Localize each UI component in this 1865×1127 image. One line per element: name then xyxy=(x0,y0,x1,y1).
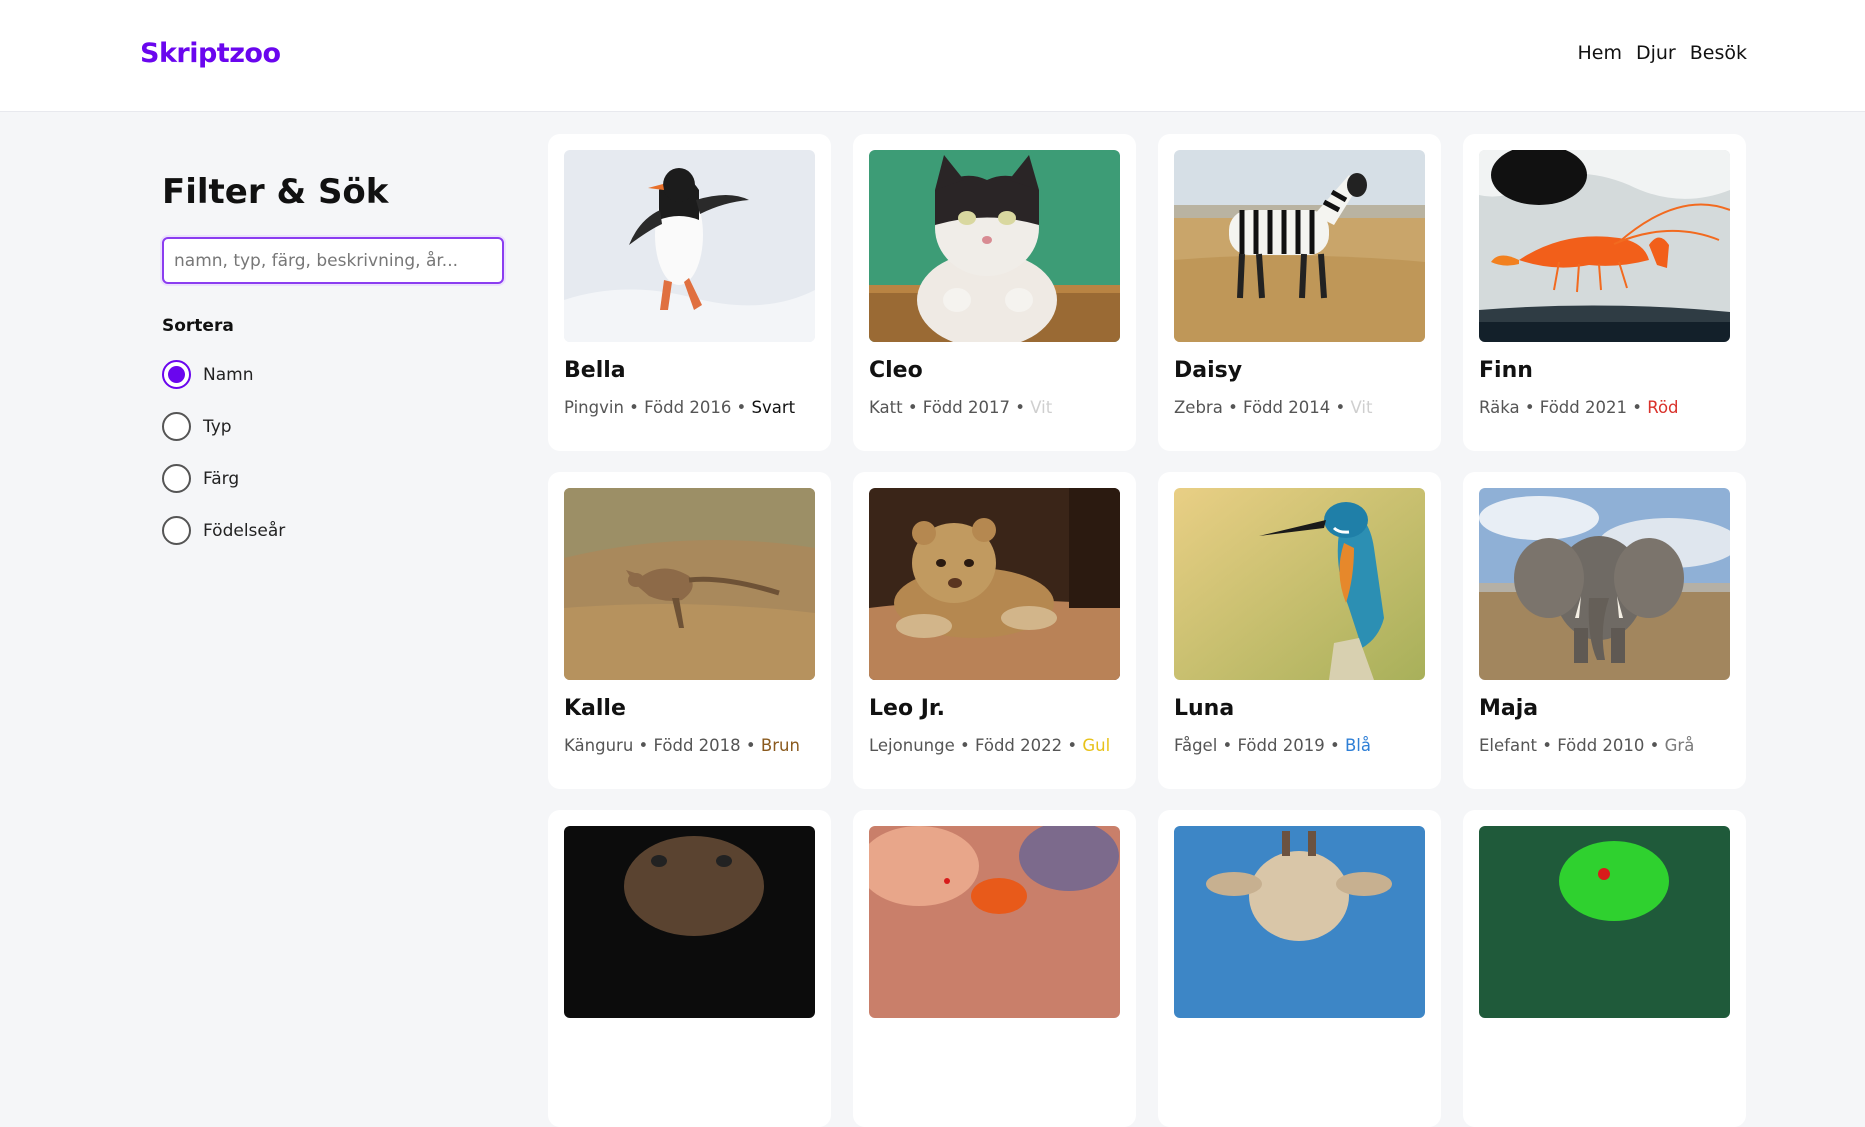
animal-meta: Känguru • Född 2018 • Brun xyxy=(564,736,800,755)
sort-option-label: Typ xyxy=(203,416,232,437)
animal-meta: Pingvin • Född 2016 • Svart xyxy=(564,398,795,417)
animal-meta: Lejonunge • Född 2022 • Gul xyxy=(869,736,1110,755)
search-input[interactable] xyxy=(162,237,504,284)
animal-color: Vit xyxy=(1350,398,1373,417)
animal-info: Elefant • Född 2010 • xyxy=(1479,736,1660,755)
animal-card[interactable]: Daisy Zebra • Född 2014 • Vit xyxy=(1158,134,1441,451)
cat-photo xyxy=(869,150,1120,342)
animal-info: Katt • Född 2017 • xyxy=(869,398,1025,417)
animal-card[interactable]: Bella Pingvin • Född 2016 • Svart xyxy=(548,134,831,451)
sort-option-namn[interactable]: Namn xyxy=(162,360,253,389)
nav-link-djur[interactable]: Djur xyxy=(1636,42,1676,64)
animal-name: Bella xyxy=(564,358,626,383)
animal-meta: Fågel • Född 2019 • Blå xyxy=(1174,736,1371,755)
animal-meta: Katt • Född 2017 • Vit xyxy=(869,398,1052,417)
radio-button[interactable] xyxy=(162,360,191,389)
animal-card[interactable]: Maja Elefant • Född 2010 • Grå xyxy=(1463,472,1746,789)
animal-card[interactable] xyxy=(548,810,831,1127)
elephant-photo xyxy=(1479,488,1730,680)
animal-card[interactable]: Leo Jr. Lejonunge • Född 2022 • Gul xyxy=(853,472,1136,789)
animal-card[interactable]: Luna Fågel • Född 2019 • Blå xyxy=(1158,472,1441,789)
animal-info: Zebra • Född 2014 • xyxy=(1174,398,1346,417)
sort-heading: Sortera xyxy=(162,316,234,336)
animal-info: Känguru • Född 2018 • xyxy=(564,736,756,755)
sort-option-label: Namn xyxy=(203,364,254,385)
shrimp-photo xyxy=(1479,150,1730,342)
animal-info: Lejonunge • Född 2022 • xyxy=(869,736,1078,755)
parrot-photo xyxy=(1479,826,1730,1018)
animal-card[interactable] xyxy=(1463,810,1746,1127)
main-nav: Hem Djur Besök xyxy=(1577,42,1747,64)
radio-button[interactable] xyxy=(162,464,191,493)
animal-info: Räka • Född 2021 • xyxy=(1479,398,1642,417)
top-bar: Skriptzoo Hem Djur Besök xyxy=(0,0,1865,112)
animal-color: Brun xyxy=(760,736,800,755)
nav-link-besok[interactable]: Besök xyxy=(1690,42,1747,64)
animal-name: Luna xyxy=(1174,696,1235,721)
animal-name: Kalle xyxy=(564,696,626,721)
animal-color: Grå xyxy=(1664,736,1695,755)
animal-card[interactable]: Finn Räka • Född 2021 • Röd xyxy=(1463,134,1746,451)
animal-color: Blå xyxy=(1344,736,1371,755)
animal-info: Fågel • Född 2019 • xyxy=(1174,736,1340,755)
animal-name: Finn xyxy=(1479,358,1533,383)
sort-option-label: Födelseår xyxy=(203,520,286,541)
animal-card[interactable]: Kalle Känguru • Född 2018 • Brun xyxy=(548,472,831,789)
sort-option-fodelsear[interactable]: Födelseår xyxy=(162,516,285,545)
animal-color: Röd xyxy=(1647,398,1679,417)
animal-name: Leo Jr. xyxy=(869,696,945,721)
animal-name: Daisy xyxy=(1174,358,1243,383)
animal-meta: Zebra • Född 2014 • Vit xyxy=(1174,398,1372,417)
penguin-photo xyxy=(564,150,815,342)
animal-name: Cleo xyxy=(869,358,923,383)
site-logo[interactable]: Skriptzoo xyxy=(140,38,281,69)
animal-name: Maja xyxy=(1479,696,1539,721)
animal-color: Gul xyxy=(1082,736,1111,755)
sort-option-farg[interactable]: Färg xyxy=(162,464,239,493)
fish-photo xyxy=(869,826,1120,1018)
animal-info: Pingvin • Född 2016 • xyxy=(564,398,747,417)
radio-button[interactable] xyxy=(162,516,191,545)
zebra-photo xyxy=(1174,150,1425,342)
giraffe-photo xyxy=(1174,826,1425,1018)
filter-title: Filter & Sök xyxy=(162,172,389,212)
animal-meta: Elefant • Född 2010 • Grå xyxy=(1479,736,1694,755)
kangaroo-photo xyxy=(564,488,815,680)
kingfisher-photo xyxy=(1174,488,1425,680)
radio-button[interactable] xyxy=(162,412,191,441)
nav-link-hem[interactable]: Hem xyxy=(1577,42,1622,64)
animal-card[interactable] xyxy=(853,810,1136,1127)
sort-option-label: Färg xyxy=(203,468,240,489)
lion-cub-photo xyxy=(869,488,1120,680)
animal-meta: Räka • Född 2021 • Röd xyxy=(1479,398,1679,417)
animal-card[interactable] xyxy=(1158,810,1441,1127)
animal-color: Vit xyxy=(1030,398,1053,417)
bear-photo xyxy=(564,826,815,1018)
sort-option-typ[interactable]: Typ xyxy=(162,412,232,441)
animal-color: Svart xyxy=(751,398,796,417)
animal-card[interactable]: Cleo Katt • Född 2017 • Vit xyxy=(853,134,1136,451)
